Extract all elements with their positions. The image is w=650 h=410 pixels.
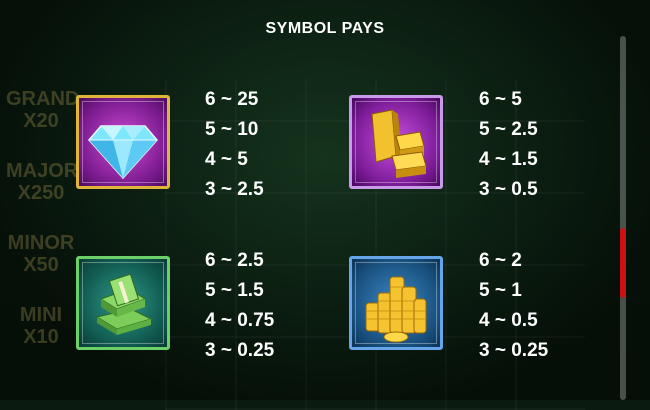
diamond-icon [88, 125, 158, 180]
pay-line: 3 ~ 0.25 [479, 340, 549, 361]
pay-line: 3 ~ 2.5 [205, 179, 264, 200]
pay-line: 4 ~ 5 [205, 149, 248, 170]
background-jackpot-mini: MINI X10 [19, 304, 63, 348]
pay-line: 6 ~ 2.5 [205, 250, 264, 271]
pay-line: 4 ~ 0.5 [479, 310, 538, 331]
pay-line: 5 ~ 10 [205, 119, 259, 140]
pay-line: 4 ~ 1.5 [479, 149, 538, 170]
cash-stack-icon [95, 273, 153, 335]
pay-line: 6 ~ 25 [205, 89, 259, 110]
gold-bars-icon [371, 109, 427, 178]
scrollbar-track[interactable] [620, 36, 626, 400]
gold-coins-pays-list: 6 ~ 2 5 ~ 1 4 ~ 0.5 3 ~ 0.25 [479, 246, 548, 366]
diamond-symbol-tile [76, 95, 170, 189]
cash-stack-pays-list: 6 ~ 2.5 5 ~ 1.5 4 ~ 0.75 3 ~ 0.25 [205, 246, 274, 366]
pay-line: 3 ~ 0.25 [205, 340, 275, 361]
pay-line: 6 ~ 5 [479, 89, 522, 110]
background-jackpot-grand: GRAND X20 [6, 88, 80, 132]
gold-bars-pays-list: 6 ~ 5 5 ~ 2.5 4 ~ 1.5 3 ~ 0.5 [479, 85, 538, 205]
pay-line: 5 ~ 1.5 [205, 280, 264, 301]
scrollbar-thumb[interactable] [620, 228, 626, 298]
cash-stack-symbol-tile [76, 256, 170, 350]
background-jackpot-minor: MINOR X50 [7, 232, 75, 276]
pay-line: 5 ~ 2.5 [479, 119, 538, 140]
pay-line: 6 ~ 2 [479, 250, 522, 271]
pay-line: 5 ~ 1 [479, 280, 522, 301]
diamond-pays-list: 6 ~ 25 5 ~ 10 4 ~ 5 3 ~ 2.5 [205, 85, 264, 205]
gold-coins-icon [365, 276, 427, 343]
pay-line: 3 ~ 0.5 [479, 179, 538, 200]
background-jackpot-major: MAJOR X250 [6, 160, 79, 204]
gold-coins-symbol-tile [349, 256, 443, 350]
pay-line: 4 ~ 0.75 [205, 310, 275, 331]
gold-bars-symbol-tile [349, 95, 443, 189]
page-title: SYMBOL PAYS [265, 20, 385, 37]
